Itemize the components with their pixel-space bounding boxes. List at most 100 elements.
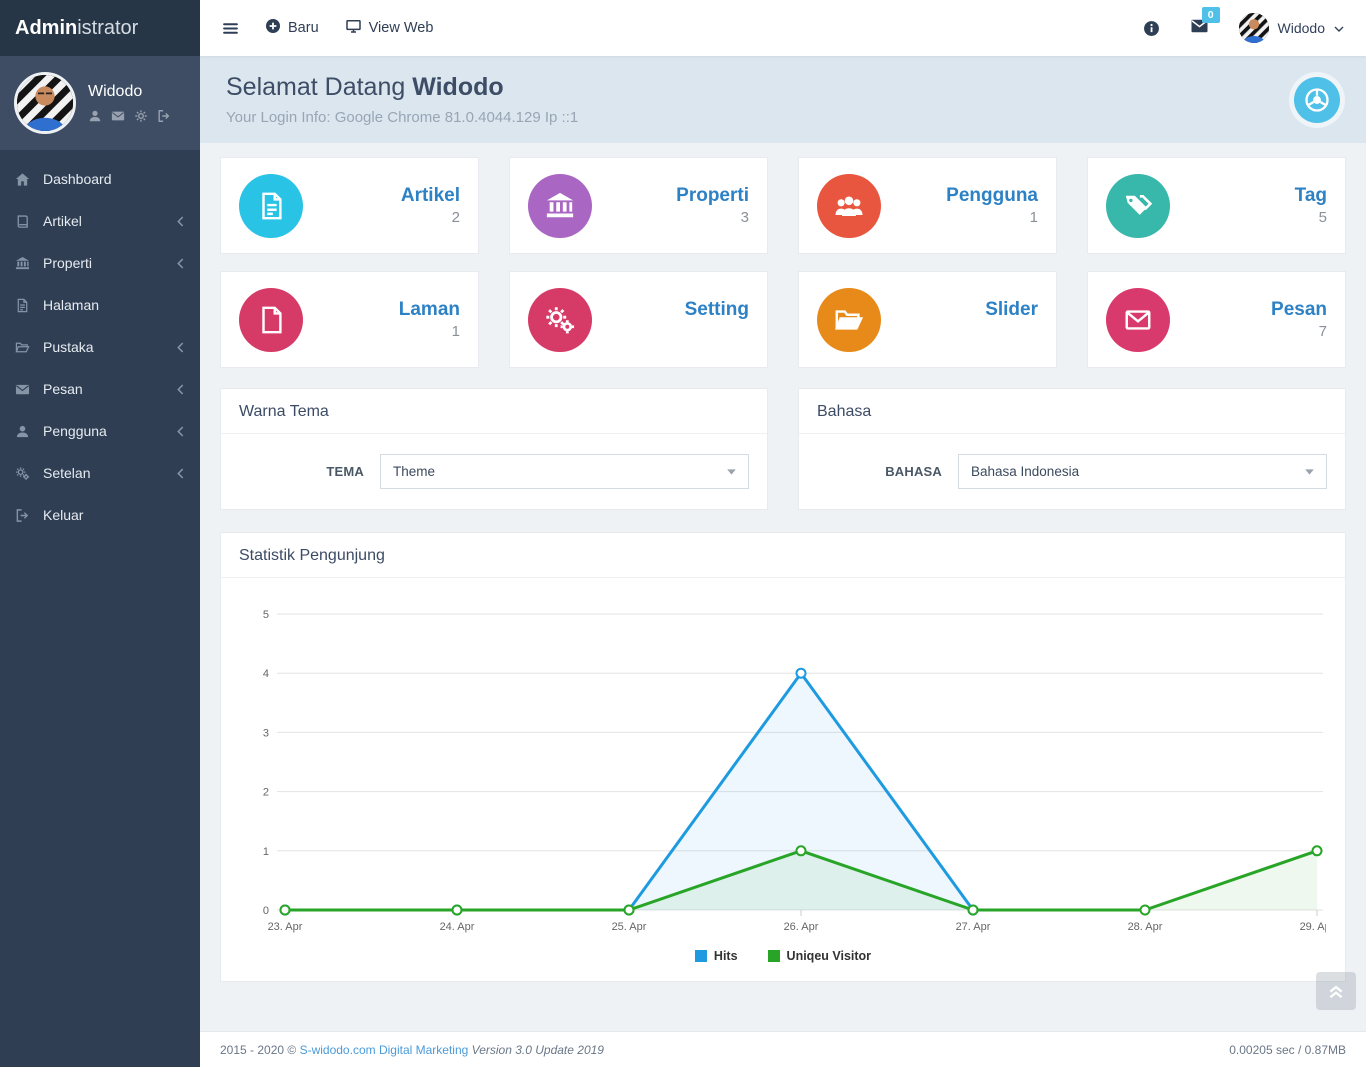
card-label: Setting	[685, 298, 749, 322]
sidebar-item-pesan[interactable]: Pesan	[0, 368, 200, 410]
content: Artikel 2 Properti 3	[200, 143, 1366, 1031]
panel-title: Warna Tema	[221, 389, 767, 434]
file-text-icon	[15, 298, 43, 313]
svg-text:2: 2	[263, 787, 269, 799]
theme-select[interactable]: Theme	[380, 454, 749, 489]
brand-bold: Admin	[15, 17, 77, 40]
sign-out-icon[interactable]	[157, 109, 171, 123]
mail-badge: 0	[1202, 7, 1220, 24]
top-navbar: Baru View Web 0	[200, 0, 1366, 56]
chrome-icon	[1294, 77, 1340, 123]
sidebar-item-label: Pustaka	[43, 339, 176, 355]
gear-icon[interactable]	[134, 109, 148, 123]
svg-text:0: 0	[263, 905, 269, 917]
legend-item-hits[interactable]: Hits	[695, 949, 738, 963]
chevron-left-icon	[176, 342, 185, 353]
card-slider[interactable]: Slider	[798, 271, 1057, 368]
sidebar: Administrator Widodo	[0, 0, 200, 1067]
chevron-left-icon	[176, 258, 185, 269]
sidebar-item-halaman[interactable]: Halaman	[0, 284, 200, 326]
page-header-text: Selamat Datang Widodo Your Login Info: G…	[226, 73, 578, 126]
hamburger-icon[interactable]	[222, 20, 239, 37]
brand-rest: istrator	[77, 17, 138, 40]
sidebar-item-label: Keluar	[43, 507, 185, 523]
card-laman[interactable]: Laman 1	[220, 271, 479, 368]
view-web-label: View Web	[369, 20, 434, 36]
svg-text:5: 5	[263, 609, 269, 621]
card-tag[interactable]: Tag 5	[1087, 157, 1346, 254]
footer-stats: 0.00205 sec / 0.87MB	[1229, 1043, 1346, 1057]
gears-icon	[15, 466, 43, 481]
sidebar-menu: Dashboard Artikel Properti Halaman Pusta…	[0, 150, 200, 536]
svg-text:4: 4	[263, 668, 269, 680]
scroll-top-button[interactable]	[1316, 972, 1356, 1010]
sidebar-item-dashboard[interactable]: Dashboard	[0, 158, 200, 200]
card-text: Tag 5	[1295, 184, 1327, 228]
footer-link[interactable]: S-widodo.com Digital Marketing	[300, 1043, 469, 1057]
chart-legend: Hits Uniqeu Visitor	[237, 945, 1329, 981]
card-setting[interactable]: Setting	[509, 271, 768, 368]
view-web-button[interactable]: View Web	[345, 18, 434, 38]
card-label: Pengguna	[946, 184, 1038, 208]
svg-text:24. Apr: 24. Apr	[440, 921, 475, 933]
tags-icon	[1106, 174, 1170, 238]
card-pesan[interactable]: Pesan 7	[1087, 271, 1346, 368]
sidebar-item-label: Pesan	[43, 381, 176, 397]
mail-icon[interactable]	[111, 109, 125, 123]
avatar	[14, 72, 76, 134]
card-value: 1	[946, 209, 1038, 227]
profile-icons	[88, 109, 171, 123]
card-properti[interactable]: Properti 3	[509, 157, 768, 254]
sidebar-profile: Widodo	[0, 56, 200, 150]
sidebar-item-pustaka[interactable]: Pustaka	[0, 326, 200, 368]
language-label: BAHASA	[817, 464, 942, 479]
user-icon	[15, 424, 43, 439]
plus-circle-icon	[265, 18, 281, 38]
language-select[interactable]: Bahasa Indonesia	[958, 454, 1327, 489]
user-icon[interactable]	[88, 109, 102, 123]
stat-cards: Artikel 2 Properti 3	[220, 157, 1346, 368]
sidebar-item-artikel[interactable]: Artikel	[0, 200, 200, 242]
settings-panels: Warna Tema TEMA Theme Bahasa	[220, 388, 1346, 510]
brand[interactable]: Administrator	[0, 0, 200, 56]
visitor-stats-panel: Statistik Pengunjung 01234523. Apr24. Ap…	[220, 532, 1346, 982]
card-text: Properti 3	[676, 184, 749, 228]
panel-title: Statistik Pengunjung	[221, 533, 1345, 578]
theme-select-value: Theme	[393, 464, 435, 479]
page-title: Selamat Datang Widodo	[226, 73, 578, 102]
footer-left: 2015 - 2020 © S-widodo.com Digital Marke…	[220, 1043, 604, 1057]
card-label: Artikel	[401, 184, 460, 208]
file-icon	[239, 288, 303, 352]
theme-panel: Warna Tema TEMA Theme	[220, 388, 768, 510]
card-label: Tag	[1295, 184, 1327, 208]
user-menu[interactable]: Widodo	[1239, 13, 1344, 43]
envelope-icon	[1106, 288, 1170, 352]
greeting-text: Selamat Datang	[226, 73, 405, 101]
profile-info: Widodo	[88, 83, 171, 123]
card-label: Slider	[985, 298, 1038, 322]
info-icon[interactable]	[1143, 20, 1160, 37]
page-header-right	[1294, 77, 1340, 123]
sidebar-item-pengguna[interactable]: Pengguna	[0, 410, 200, 452]
svg-text:26. Apr: 26. Apr	[784, 921, 819, 933]
card-artikel[interactable]: Artikel 2	[220, 157, 479, 254]
home-icon	[15, 172, 43, 187]
sidebar-item-keluar[interactable]: Keluar	[0, 494, 200, 536]
card-text: Setting	[685, 298, 749, 342]
gears-icon	[528, 288, 592, 352]
sidebar-item-properti[interactable]: Properti	[0, 242, 200, 284]
legend-label: Uniqeu Visitor	[787, 949, 872, 963]
sidebar-item-label: Properti	[43, 255, 176, 271]
card-pengguna[interactable]: Pengguna 1	[798, 157, 1057, 254]
legend-item-unique-visitor[interactable]: Uniqeu Visitor	[768, 949, 872, 963]
chevron-left-icon	[176, 216, 185, 227]
caret-down-icon	[727, 469, 736, 475]
card-text: Laman 1	[399, 298, 460, 342]
visitor-line-chart: 01234523. Apr24. Apr25. Apr26. Apr27. Ap…	[237, 592, 1326, 940]
svg-text:27. Apr: 27. Apr	[956, 921, 991, 933]
messages-button[interactable]: 0	[1190, 18, 1209, 39]
new-button[interactable]: Baru	[265, 18, 319, 38]
sidebar-item-setelan[interactable]: Setelan	[0, 452, 200, 494]
sidebar-item-label: Setelan	[43, 465, 176, 481]
sidebar-item-label: Artikel	[43, 213, 176, 229]
